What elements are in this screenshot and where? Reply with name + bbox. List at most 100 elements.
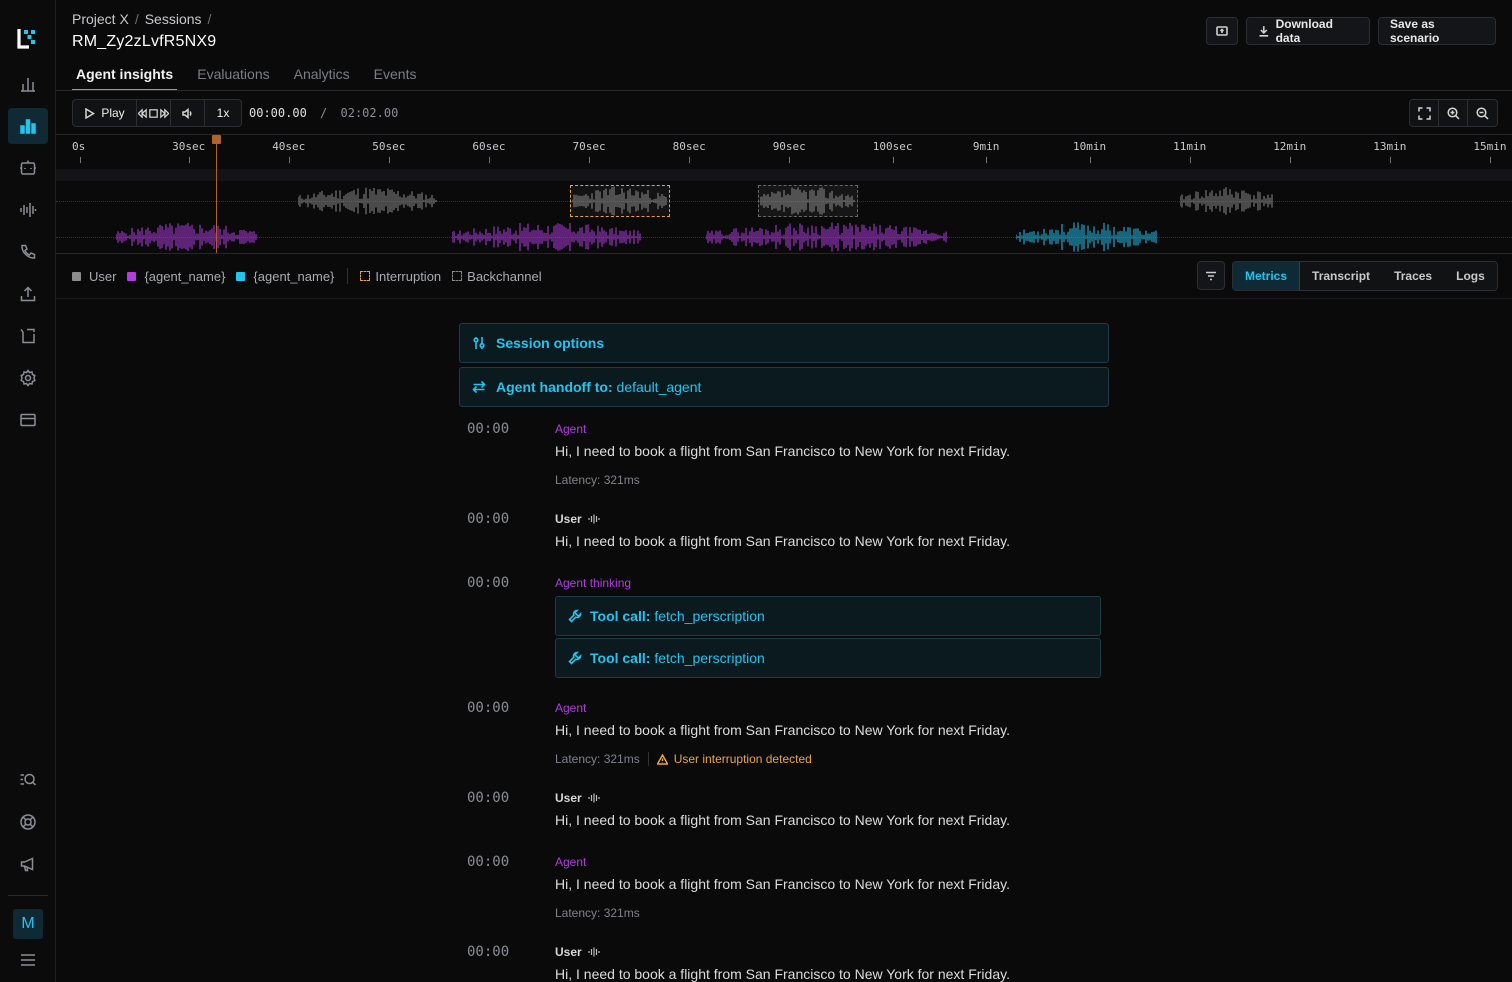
timeline-tick-mark xyxy=(1289,157,1291,163)
user-waveform[interactable] xyxy=(298,185,438,217)
nav-analytics[interactable] xyxy=(8,66,48,102)
legend-agent-a: {agent_name} xyxy=(127,269,225,284)
timeline-tick-label: 100sec xyxy=(872,140,913,153)
feed-entry: 00:00 User Hi, I need to book a flight f… xyxy=(467,511,1107,551)
download-icon xyxy=(1259,26,1269,37)
playhead-line[interactable] xyxy=(216,135,217,253)
nav-upload[interactable] xyxy=(8,276,48,312)
audio-waveform-icon[interactable] xyxy=(588,793,600,803)
legend-user-label: User xyxy=(89,268,117,284)
feed-entry: 00:00 Agent Hi, I need to book a flight … xyxy=(467,854,1107,924)
tool-call-card[interactable]: Tool call: fetch_perscription xyxy=(555,638,1101,678)
agent-waveform[interactable] xyxy=(706,221,948,253)
filter-icon xyxy=(1206,271,1216,280)
timeline-tick-label: 9min xyxy=(972,140,1000,153)
entry-meta: Latency: 321ms xyxy=(555,906,640,920)
breadcrumb-project[interactable]: Project X xyxy=(72,11,129,27)
playhead-handle[interactable] xyxy=(212,135,221,144)
tab-metrics[interactable]: Metrics xyxy=(1233,262,1301,290)
agent-waveform[interactable] xyxy=(116,221,258,253)
entry-role: Agent xyxy=(555,701,587,715)
timeline-tick-mark xyxy=(892,157,894,163)
tab-analytics[interactable]: Analytics xyxy=(290,60,354,91)
entry-role-label: User xyxy=(555,512,582,526)
save-as-scenario-button[interactable]: Save as scenario xyxy=(1378,17,1496,45)
play-button[interactable]: Play xyxy=(73,100,137,126)
rewind-icon xyxy=(138,107,147,119)
nav-agents[interactable] xyxy=(8,150,48,186)
feed-entry: 00:00 Agent Hi, I need to book a flight … xyxy=(467,421,1107,491)
megaphone-icon xyxy=(20,857,34,872)
tab-transcript[interactable]: Transcript xyxy=(1300,262,1382,290)
play-icon xyxy=(85,107,96,119)
volume-button[interactable] xyxy=(171,100,205,126)
nav-scenarios[interactable] xyxy=(8,318,48,354)
tool-call-card[interactable]: Tool call: fetch_perscription xyxy=(555,596,1101,636)
picture-in-picture-button[interactable] xyxy=(1206,17,1238,45)
agent-b-waveform[interactable] xyxy=(1016,221,1158,253)
nav-announcements[interactable] xyxy=(8,846,48,882)
tab-evaluations[interactable]: Evaluations xyxy=(193,60,273,91)
tab-agent-insights[interactable]: Agent insights xyxy=(72,60,178,91)
nav-settings[interactable] xyxy=(8,360,48,396)
interruption-marker[interactable] xyxy=(570,185,670,217)
backchannel-marker[interactable] xyxy=(758,185,858,217)
zoom-controls xyxy=(1409,99,1498,127)
timeline-tick-mark xyxy=(1089,157,1091,163)
legend-agent-a-swatch xyxy=(127,271,137,281)
tab-logs[interactable]: Logs xyxy=(1444,262,1497,290)
logo-icon[interactable] xyxy=(16,26,40,50)
nav-calls[interactable] xyxy=(8,234,48,270)
zoom-out-button[interactable] xyxy=(1468,100,1497,126)
nav-insights[interactable] xyxy=(8,108,48,144)
entry-timestamp: 00:00 xyxy=(467,421,510,437)
stop-button[interactable] xyxy=(137,100,171,126)
entry-role: Agent thinking xyxy=(555,576,632,590)
timeline-tick-label: 80sec xyxy=(672,140,706,153)
agent-waveform[interactable] xyxy=(452,221,642,253)
legend-backchannel: Backchannel xyxy=(452,269,542,284)
fullscreen-button[interactable] xyxy=(1410,100,1439,126)
nav-search-docs[interactable] xyxy=(8,762,48,798)
audio-waveform-icon[interactable] xyxy=(588,947,600,957)
upload-icon xyxy=(20,286,36,302)
nav-billing[interactable] xyxy=(8,402,48,438)
timeline[interactable]: 0s 30sec 40sec 50sec 60sec 70sec 80sec 90sec 100… xyxy=(56,135,1512,253)
legend-agent-b: {agent_name} xyxy=(236,269,334,284)
nav-audio[interactable] xyxy=(8,192,48,228)
download-data-button[interactable]: Download data xyxy=(1246,17,1370,45)
tab-traces[interactable]: Traces xyxy=(1382,262,1444,290)
card-icon xyxy=(20,413,36,427)
timeline-tick-label: 10min xyxy=(1073,140,1107,153)
entry-meta: Latency: 321ms xyxy=(555,473,640,487)
sliders-icon xyxy=(473,337,485,349)
zoom-in-button[interactable] xyxy=(1439,100,1468,126)
speed-button[interactable]: 1x xyxy=(205,100,241,126)
entry-message: Hi, I need to book a flight from San Fra… xyxy=(555,966,1010,982)
wrench-icon xyxy=(568,651,582,665)
user-waveform[interactable] xyxy=(1180,185,1274,217)
tab-events[interactable]: Events xyxy=(370,60,421,91)
feed-entry: 00:00 Agent Hi, I need to book a flight … xyxy=(467,700,1107,770)
session-options-panel[interactable]: Session options xyxy=(459,323,1109,363)
swap-icon xyxy=(472,380,486,394)
chart-icon xyxy=(21,78,35,92)
agent-handoff-panel[interactable]: Agent handoff to: default_agent xyxy=(459,367,1109,407)
tabs-divider xyxy=(56,90,1512,91)
zoom-out-icon xyxy=(1476,106,1489,120)
timeline-track-band xyxy=(56,169,1512,181)
audio-waveform-icon[interactable] xyxy=(588,514,600,524)
breadcrumb-sessions[interactable]: Sessions xyxy=(145,11,202,27)
entry-role: User xyxy=(555,945,600,959)
nav-menu[interactable] xyxy=(8,942,48,978)
legend-agent-b-label: {agent_name} xyxy=(253,268,335,284)
entry-timestamp: 00:00 xyxy=(467,511,510,527)
timeline-tick-mark xyxy=(986,157,988,163)
avatar[interactable]: M xyxy=(13,909,43,939)
nav-support[interactable] xyxy=(8,804,48,840)
waveform-bars xyxy=(1016,222,1157,252)
entry-timestamp: 00:00 xyxy=(467,854,510,870)
filter-button[interactable] xyxy=(1197,261,1225,290)
entry-timestamp: 00:00 xyxy=(467,575,510,591)
entry-timestamp: 00:00 xyxy=(467,790,510,806)
